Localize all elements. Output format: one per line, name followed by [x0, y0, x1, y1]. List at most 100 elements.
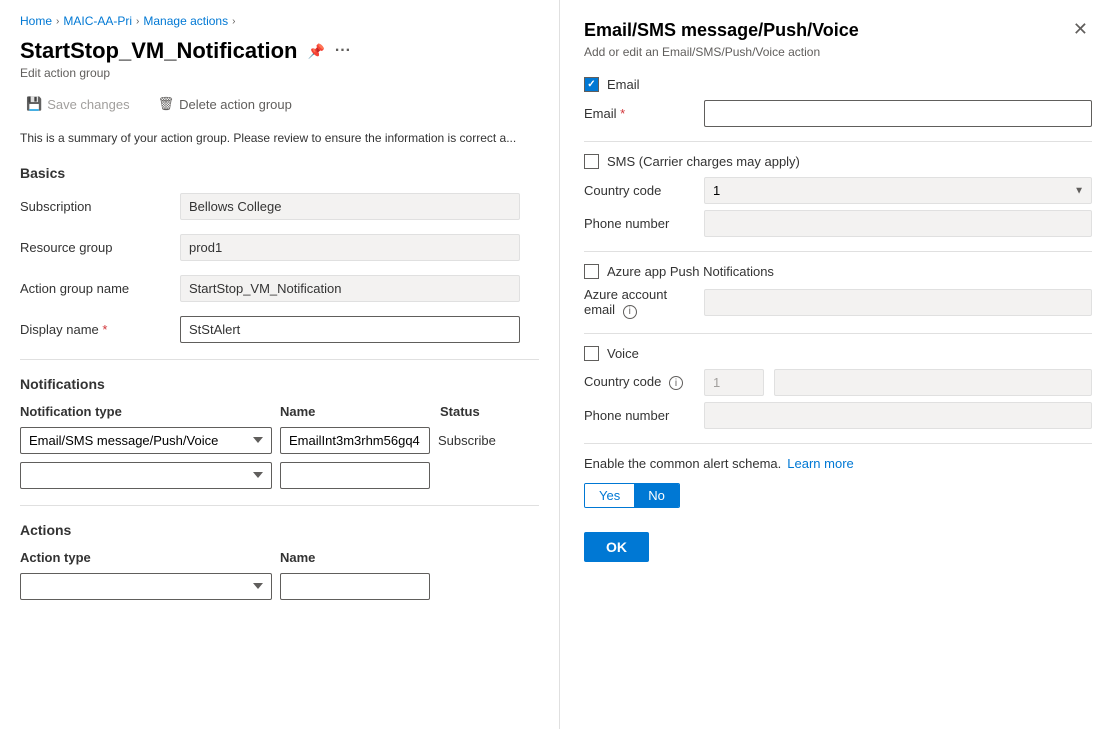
voice-checkbox[interactable] [584, 346, 599, 361]
notifications-table: Notification type Name Status Email/SMS … [20, 404, 539, 489]
breadcrumb-chevron-2: › [136, 16, 139, 27]
basics-section-title: Basics [20, 165, 539, 181]
action-group-name-label: Action group name [20, 281, 180, 296]
toolbar: 💾 Save changes 🗑 Delete action group [20, 92, 539, 116]
voice-separator [584, 443, 1092, 444]
azure-push-checkbox-label: Azure app Push Notifications [607, 264, 774, 279]
schema-toggle: Yes No [584, 483, 680, 508]
email-input[interactable] [704, 100, 1092, 127]
notif-divider [20, 505, 539, 506]
voice-phone-input[interactable] [704, 402, 1092, 429]
page-title-text: StartStop_VM_Notification [20, 38, 297, 64]
action-group-name-row: Action group name StartStop_VM_Notificat… [20, 275, 539, 302]
email-checkbox[interactable]: ✓ [584, 77, 599, 92]
sms-country-code-row: Country code 1 ▼ [584, 177, 1092, 204]
action-group-name-value: StartStop_VM_Notification [180, 275, 520, 302]
display-name-label: Display name * [20, 322, 180, 337]
notification-row-2 [20, 462, 539, 489]
azure-push-info-icon[interactable]: i [623, 305, 637, 319]
panel-header: Email/SMS message/Push/Voice ✕ [584, 20, 1092, 41]
notification-name-input-1[interactable] [280, 427, 430, 454]
delete-button[interactable]: 🗑 Delete action group [152, 92, 298, 116]
email-section: ✓ Email Email * [584, 77, 1092, 127]
close-button[interactable]: ✕ [1069, 20, 1092, 38]
voice-phone-label: Phone number [584, 408, 694, 423]
voice-country-code-info-icon[interactable]: i [669, 376, 683, 390]
left-panel: Home › MAIC-AA-Pri › Manage actions › St… [0, 0, 560, 729]
azure-push-checkbox[interactable] [584, 264, 599, 279]
sms-country-code-select[interactable]: 1 [704, 177, 1092, 204]
sms-separator [584, 251, 1092, 252]
basics-divider [20, 359, 539, 360]
notification-type-select-2[interactable] [20, 462, 272, 489]
voice-country-code-label: Country code i [584, 374, 694, 391]
actions-section: Actions Action type Name [20, 522, 539, 600]
action-row-1 [20, 573, 539, 600]
info-banner: This is a summary of your action group. … [20, 130, 539, 147]
save-button[interactable]: 💾 Save changes [20, 92, 136, 116]
actions-header: Action type Name [20, 550, 539, 565]
actions-section-title: Actions [20, 522, 539, 538]
azure-push-section: Azure app Push Notifications Azure accou… [584, 264, 1092, 319]
notif-col-type: Notification type [20, 404, 280, 419]
sms-phone-row: Phone number [584, 210, 1092, 237]
more-icon[interactable]: ··· [335, 42, 351, 60]
subscription-value: Bellows College [180, 193, 520, 220]
sms-checkbox-label: SMS (Carrier charges may apply) [607, 154, 800, 169]
notification-type-select-1[interactable]: Email/SMS message/Push/Voice [20, 427, 272, 454]
breadcrumb-chevron-3: › [232, 16, 235, 27]
action-col-name: Name [280, 550, 430, 565]
sms-country-code-label: Country code [584, 183, 694, 198]
breadcrumb: Home › MAIC-AA-Pri › Manage actions › [20, 14, 539, 28]
breadcrumb-home[interactable]: Home [20, 14, 52, 28]
resource-group-value: prod1 [180, 234, 520, 261]
sms-section: SMS (Carrier charges may apply) Country … [584, 154, 1092, 237]
sms-country-code-wrapper: 1 ▼ [704, 177, 1092, 204]
action-name-input-1[interactable] [280, 573, 430, 600]
delete-label: Delete action group [179, 97, 292, 112]
sms-phone-input[interactable] [704, 210, 1092, 237]
notification-name-input-2[interactable] [280, 462, 430, 489]
notif-col-name: Name [280, 404, 440, 419]
pin-icon[interactable]: 📌 [307, 43, 324, 60]
resource-group-row: Resource group prod1 [20, 234, 539, 261]
email-field-row: Email * [584, 100, 1092, 127]
display-name-input[interactable] [180, 316, 520, 343]
panel-title: Email/SMS message/Push/Voice [584, 20, 859, 41]
notifications-header: Notification type Name Status [20, 404, 539, 419]
right-panel: Email/SMS message/Push/Voice ✕ Add or ed… [560, 0, 1116, 729]
toggle-no[interactable]: No [634, 484, 679, 507]
ok-button-container: OK [584, 522, 1092, 562]
azure-push-email-row: Azure account email i [584, 287, 1092, 319]
azure-push-separator [584, 333, 1092, 334]
ok-button[interactable]: OK [584, 532, 649, 562]
email-field-label: Email * [584, 106, 694, 121]
schema-text: Enable the common alert schema. [584, 456, 781, 471]
voice-section: Voice Country code i Phone number [584, 346, 1092, 429]
email-check-mark: ✓ [587, 79, 595, 90]
sms-checkbox[interactable] [584, 154, 599, 169]
sms-phone-label: Phone number [584, 216, 694, 231]
voice-country-code-input-2 [774, 369, 1092, 396]
azure-push-email-input[interactable] [704, 289, 1092, 316]
toggle-yes[interactable]: Yes [585, 484, 634, 507]
page-title: StartStop_VM_Notification 📌 ··· [20, 38, 539, 64]
azure-push-email-label: Azure account email i [584, 287, 694, 319]
schema-row: Enable the common alert schema. Learn mo… [584, 456, 1092, 471]
display-name-row: Display name * [20, 316, 539, 343]
email-separator [584, 141, 1092, 142]
learn-more-link[interactable]: Learn more [787, 456, 853, 471]
action-type-select-1[interactable] [20, 573, 272, 600]
breadcrumb-maic[interactable]: MAIC-AA-Pri [63, 14, 132, 28]
breadcrumb-manage-actions[interactable]: Manage actions [143, 14, 228, 28]
save-label: Save changes [47, 97, 129, 112]
subscription-row: Subscription Bellows College [20, 193, 539, 220]
delete-icon: 🗑 [158, 96, 175, 112]
voice-country-code-row: Country code i [584, 369, 1092, 396]
voice-phone-row: Phone number [584, 402, 1092, 429]
page-subtitle: Edit action group [20, 66, 539, 80]
voice-country-code-input [704, 369, 764, 396]
subscription-label: Subscription [20, 199, 180, 214]
azure-push-checkbox-row: Azure app Push Notifications [584, 264, 1092, 279]
resource-group-label: Resource group [20, 240, 180, 255]
